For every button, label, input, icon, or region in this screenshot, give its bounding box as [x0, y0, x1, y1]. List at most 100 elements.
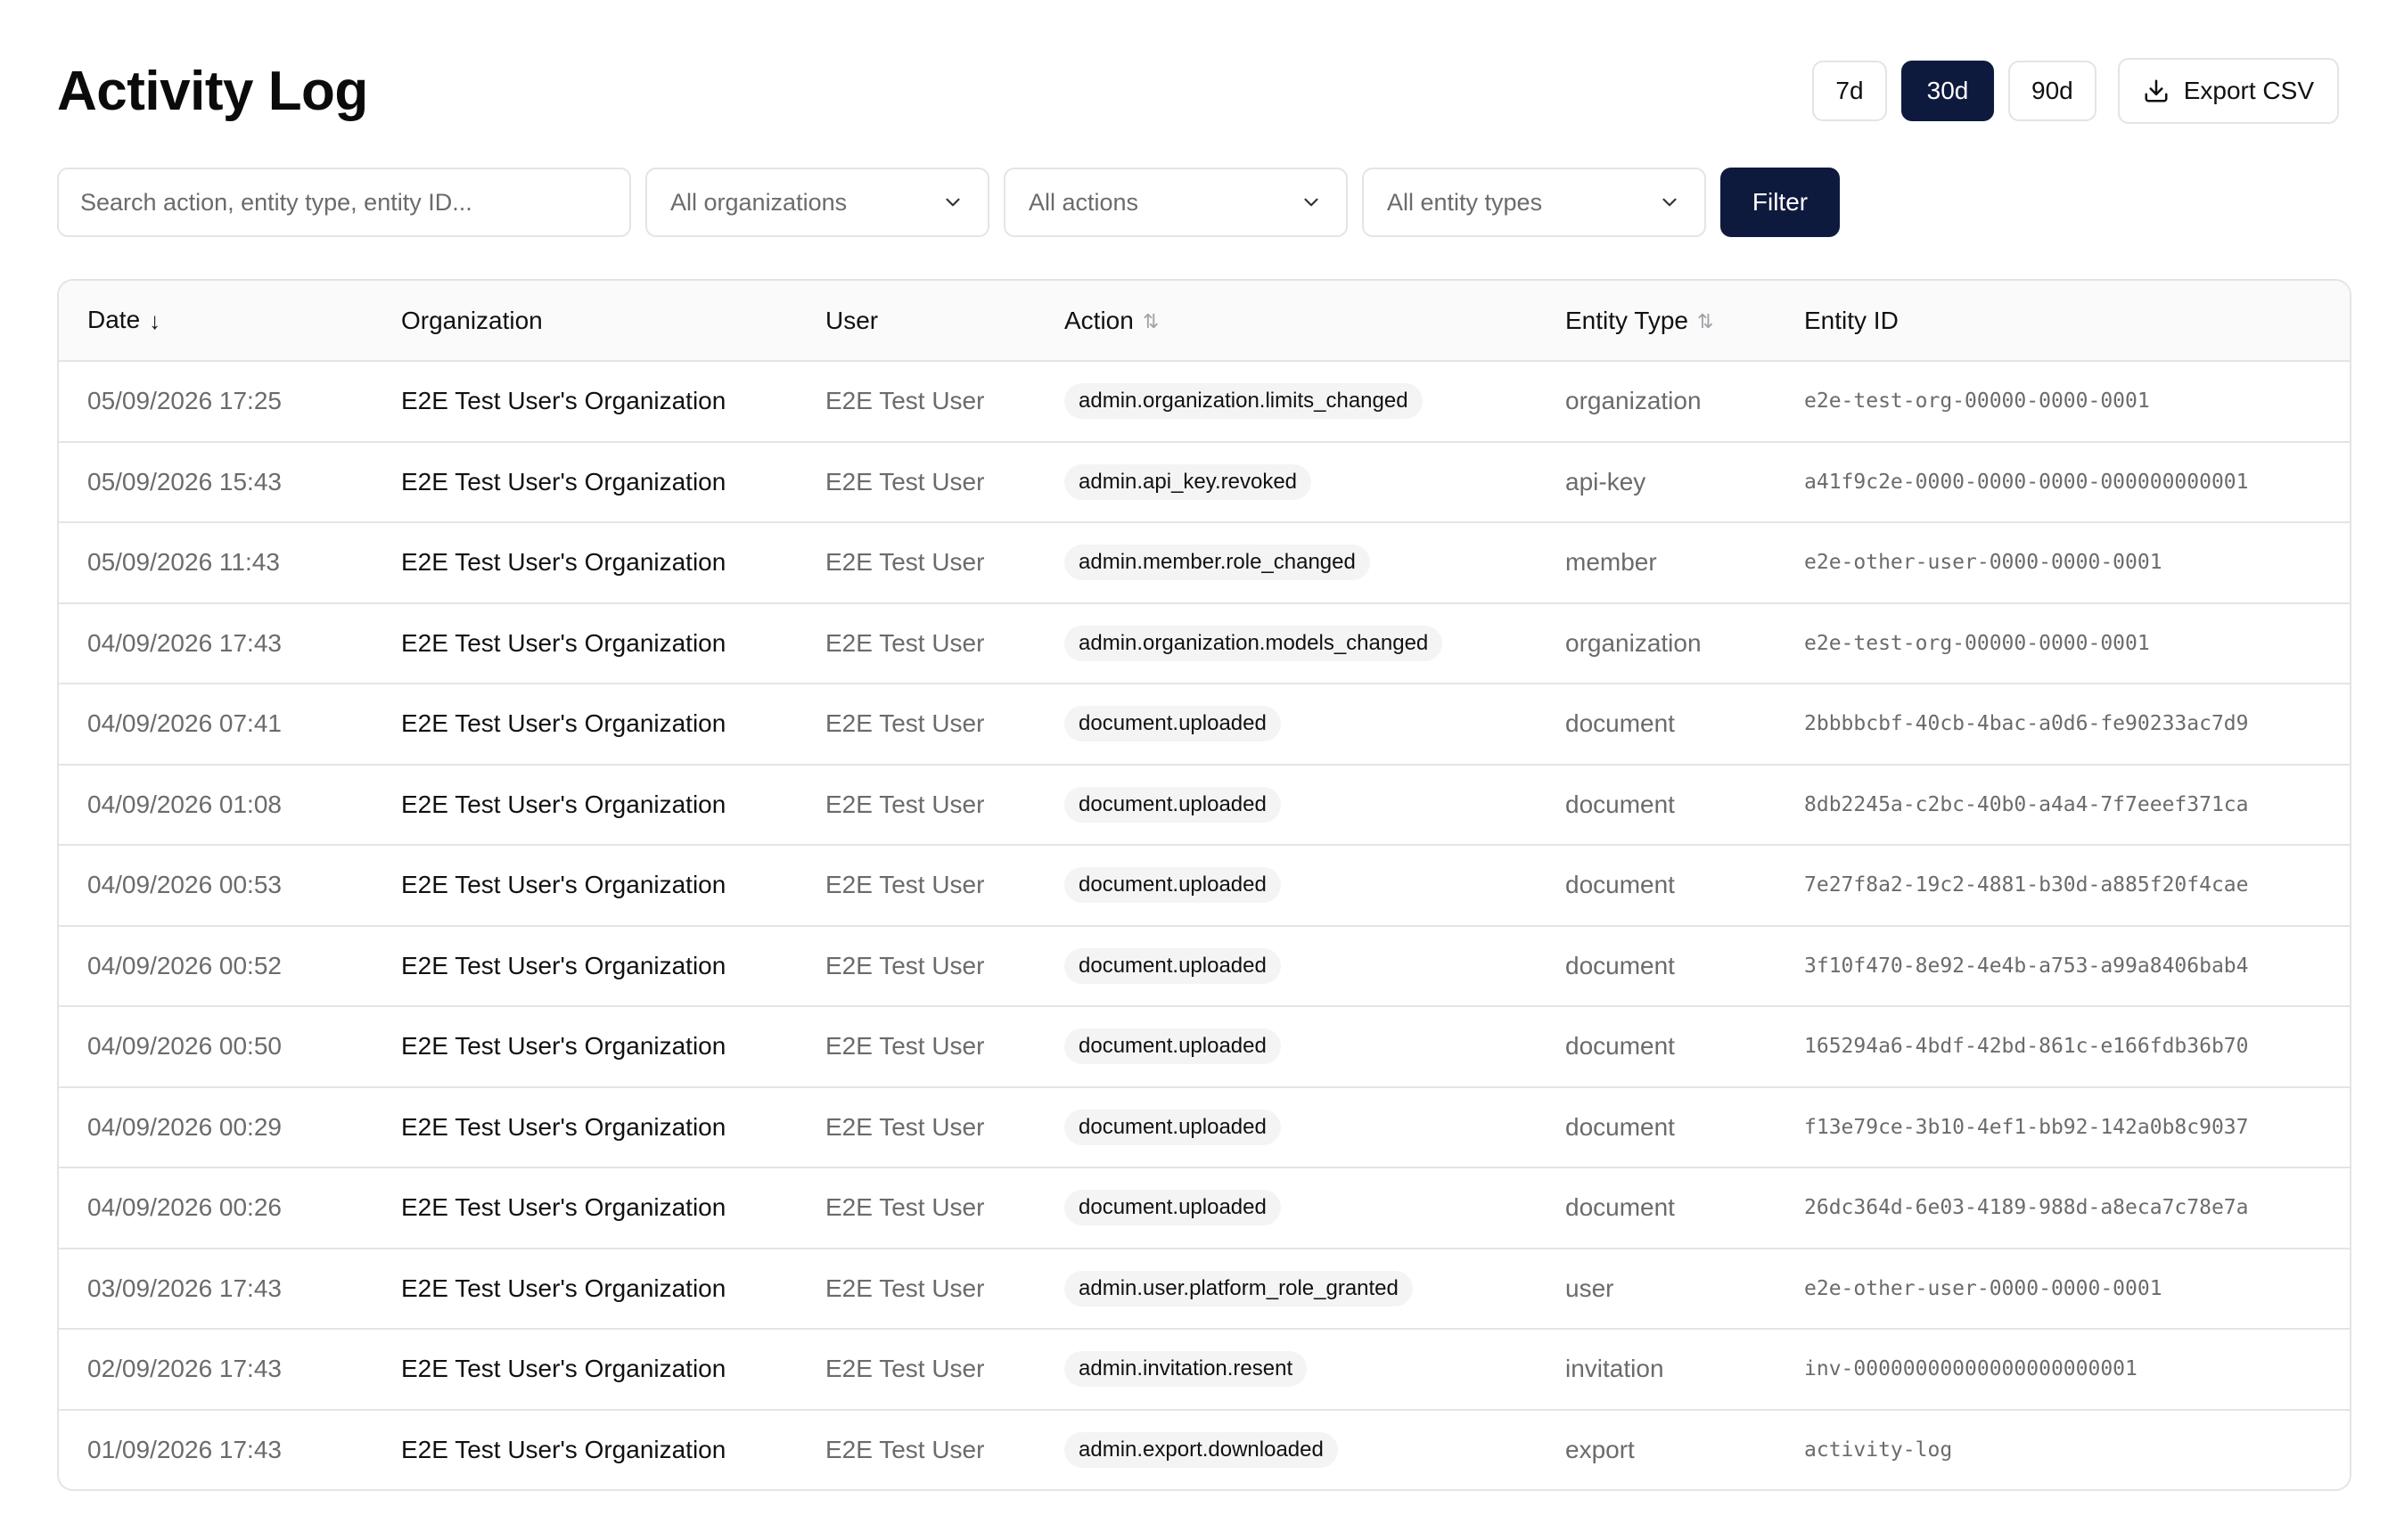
organization-cell: E2E Test User's Organization: [373, 763, 797, 845]
download-icon: [2145, 79, 2168, 102]
table-body: 05/09/2026 17:25 E2E Test User's Organiza…: [59, 361, 2350, 1489]
action-cell: admin.invitation.resent: [1036, 1328, 1537, 1410]
range-7d-button[interactable]: 7d: [1812, 61, 1887, 121]
action-badge: document.uploaded: [1064, 1109, 1281, 1145]
table-row[interactable]: 05/09/2026 15:43 E2E Test User's Organiza…: [59, 440, 2350, 522]
action-cell: document.uploaded: [1036, 1085, 1537, 1167]
entity-id-cell: e2e-test-org-00000-0000-0001: [1804, 389, 2150, 414]
export-csv-button[interactable]: Export CSV: [2117, 58, 2339, 124]
table-row[interactable]: 03/09/2026 17:43 E2E Test User's Organiza…: [59, 1247, 2350, 1329]
organization-select[interactable]: All organizations: [645, 168, 989, 237]
table-row[interactable]: 04/09/2026 00:50 E2E Test User's Organiza…: [59, 1005, 2350, 1087]
organization-cell: E2E Test User's Organization: [373, 602, 797, 684]
table-row[interactable]: 04/09/2026 00:26 E2E Test User's Organiza…: [59, 1167, 2350, 1249]
chevron-down-icon: [1662, 198, 1677, 207]
header-actions: 7d 30d 90d Export CSV: [1798, 58, 2339, 124]
organization-cell: E2E Test User's Organization: [373, 924, 797, 1006]
column-header-entity-type[interactable]: Entity Type ⇅: [1537, 281, 1776, 362]
activity-table-grid: Date ↓ Organization User Action ⇅ Entity T…: [59, 281, 2350, 1489]
column-header-user: User: [797, 281, 1036, 362]
action-badge: document.uploaded: [1064, 786, 1281, 823]
entity-type-cell: document: [1537, 1085, 1776, 1167]
chevron-down-icon: [1304, 198, 1318, 207]
action-badge: admin.export.downloaded: [1064, 1432, 1338, 1469]
entity-id-cell: activity-log: [1776, 1408, 2350, 1489]
column-header-label: Date: [87, 305, 141, 333]
date-cell: 01/09/2026 17:43: [59, 1408, 373, 1489]
entity-id-cell: 3f10f470-8e92-4e4b-a753-a99a8406bab4: [1776, 924, 2350, 1006]
organization-cell: E2E Test User's Organization: [373, 1328, 797, 1410]
entity-id-cell: 165294a6-4bdf-42bd-861c-e166fdb36b70: [1776, 1005, 2350, 1087]
action-cell: admin.export.downloaded: [1036, 1408, 1537, 1489]
organization-cell: E2E Test User's Organization: [373, 1005, 797, 1087]
action-badge: document.uploaded: [1064, 947, 1281, 984]
action-cell: admin.user.platform_role_granted: [1036, 1247, 1537, 1329]
table-row[interactable]: 02/09/2026 17:43 E2E Test User's Organiza…: [59, 1328, 2350, 1410]
entity-id-cell: a41f9c2e-0000-0000-0000-000000000001: [1776, 440, 2350, 522]
column-header-label: Organization: [401, 306, 543, 334]
entity-type-cell: document: [1537, 683, 1776, 765]
action-cell: document.uploaded: [1036, 924, 1537, 1006]
entity-id-cell: 26dc364d-6e03-4189-988d-a8eca7c78e7a: [1776, 1167, 2350, 1249]
column-header-label: Action: [1064, 306, 1134, 334]
user-cell: E2E Test User: [797, 1005, 1036, 1087]
table-row[interactable]: 04/09/2026 07:41 E2E Test User's Organiza…: [59, 683, 2350, 765]
user-cell: E2E Test User: [797, 1167, 1036, 1249]
activity-table: Date ↓ Organization User Action ⇅ Entity T…: [57, 279, 2351, 1491]
filter-button[interactable]: Filter: [1720, 168, 1840, 237]
table-header: Date ↓ Organization User Action ⇅ Entity T…: [59, 281, 2350, 362]
date-cell: 04/09/2026 00:50: [59, 1005, 373, 1087]
entity-type-cell: organization: [1565, 387, 1702, 415]
chevron-down-icon: [946, 198, 960, 207]
filter-bar: All organizations All actions All entity…: [57, 168, 1840, 237]
arrow-down-icon: ↓: [149, 307, 161, 335]
user-cell: E2E Test User: [797, 924, 1036, 1006]
action-select-value: All actions: [1029, 188, 1139, 216]
column-header-action[interactable]: Action ⇅: [1036, 281, 1537, 362]
sort-icon: ⇅: [1697, 310, 1714, 333]
action-badge: document.uploaded: [1064, 1190, 1281, 1226]
action-select[interactable]: All actions: [1004, 168, 1348, 237]
column-header-date[interactable]: Date ↓: [59, 281, 373, 362]
entity-type-cell: document: [1537, 924, 1776, 1006]
user-cell: E2E Test User: [797, 602, 1036, 684]
entity-type-select-value: All entity types: [1387, 188, 1543, 216]
user-cell: E2E Test User: [797, 1328, 1036, 1410]
range-90d-button[interactable]: 90d: [2008, 61, 2096, 121]
date-cell: 04/09/2026 00:52: [59, 924, 373, 1006]
page-title: Activity Log: [57, 60, 368, 122]
date-cell: 04/09/2026 17:43: [59, 602, 373, 684]
organization-cell: E2E Test User's Organization: [373, 683, 797, 765]
entity-type-cell: document: [1537, 1005, 1776, 1087]
entity-id-cell: 2bbbbcbf-40cb-4bac-a0d6-fe90233ac7d9: [1776, 683, 2350, 765]
date-cell: 04/09/2026 01:08: [59, 763, 373, 845]
user-cell: E2E Test User: [797, 1247, 1036, 1329]
action-cell: admin.organization.models_changed: [1036, 602, 1537, 684]
user-cell: E2E Test User: [797, 763, 1036, 845]
table-row[interactable]: 04/09/2026 00:52 E2E Test User's Organiza…: [59, 924, 2350, 1006]
table-row[interactable]: 05/09/2026 11:43 E2E Test User's Organiza…: [59, 521, 2350, 603]
search-input[interactable]: [57, 168, 631, 237]
action-badge: admin.invitation.resent: [1064, 1351, 1308, 1388]
table-row[interactable]: 04/09/2026 00:29 E2E Test User's Organiza…: [59, 1085, 2350, 1167]
entity-id-cell: 7e27f8a2-19c2-4881-b30d-a885f20f4cae: [1776, 844, 2350, 926]
range-30d-button[interactable]: 30d: [1901, 61, 1994, 121]
table-row[interactable]: 05/09/2026 17:25 E2E Test User's Organiza…: [59, 361, 2350, 442]
entity-id-cell: e2e-other-user-0000-0000-0001: [1776, 521, 2350, 603]
user-cell: E2E Test User: [797, 440, 1036, 522]
column-header-label: User: [825, 306, 879, 334]
page-header: Activity Log 7d 30d 90d Export CSV: [57, 55, 2339, 127]
organization-cell: E2E Test User's Organization: [373, 1167, 797, 1249]
table-row[interactable]: 04/09/2026 17:43 E2E Test User's Organiza…: [59, 602, 2350, 684]
user-cell: E2E Test User: [797, 1408, 1036, 1489]
date-cell: 04/09/2026 00:26: [59, 1167, 373, 1249]
table-row[interactable]: 04/09/2026 01:08 E2E Test User's Organiza…: [59, 763, 2350, 845]
organization-cell: E2E Test User's Organization: [373, 1085, 797, 1167]
action-cell: admin.organization.limits_changed: [1036, 361, 1537, 442]
user-cell: E2E Test User: [797, 683, 1036, 765]
entity-type-select[interactable]: All entity types: [1362, 168, 1706, 237]
table-row[interactable]: 04/09/2026 00:53 E2E Test User's Organiza…: [59, 844, 2350, 926]
organization-cell: E2E Test User's Organization: [373, 844, 797, 926]
entity-id-cell: 8db2245a-c2bc-40b0-a4a4-7f7eeef371ca: [1776, 763, 2350, 845]
table-row[interactable]: 01/09/2026 17:43 E2E Test User's Organiza…: [59, 1408, 2350, 1489]
